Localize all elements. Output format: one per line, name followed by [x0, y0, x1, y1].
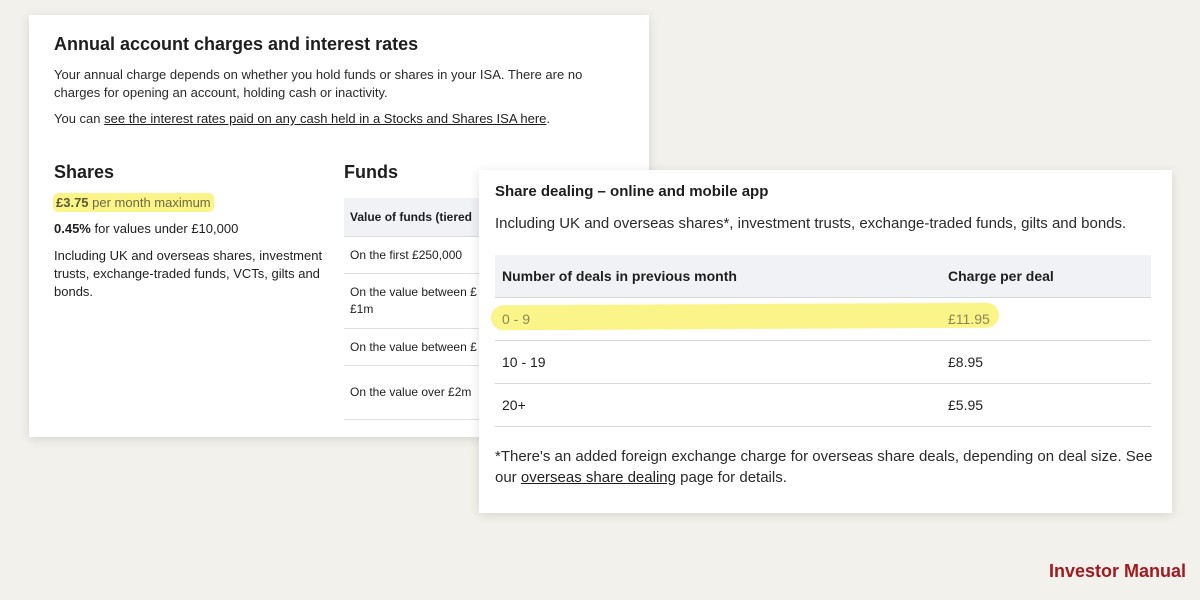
account-charges-intro: Your annual charge depends on whether yo…	[54, 67, 583, 100]
charge-column-header: Charge per deal	[941, 255, 1151, 298]
account-charges-title: Annual account charges and interest rate…	[54, 34, 419, 54]
deals-column-header: Number of deals in previous month	[495, 255, 941, 298]
interest-rates-line: You can see the interest rates paid on a…	[54, 110, 614, 128]
charge-cell: £5.95	[941, 383, 1151, 427]
deals-cell: 10 - 19	[495, 340, 941, 384]
brand-logo: Investor Manual	[1048, 561, 1186, 581]
shares-description: Including UK and overseas shares, invest…	[54, 248, 323, 299]
shares-percentage: 0.45%	[54, 221, 91, 236]
share-dealing-footnote: *There's an added foreign exchange charg…	[495, 446, 1155, 488]
funds-heading: Funds	[344, 162, 398, 182]
deals-table: Number of deals in previous month Charge…	[495, 255, 1151, 427]
rates-prefix: You can	[54, 111, 105, 126]
overseas-share-dealing-link[interactable]: overseas share dealing	[521, 469, 676, 486]
shares-heading: Shares	[54, 162, 115, 182]
shares-price-highlight: £3.75 per month maximum	[53, 193, 214, 212]
deals-table-header-row: Number of deals in previous month Charge…	[495, 255, 1151, 298]
footnote-suffix: page for details.	[675, 469, 787, 486]
rates-suffix: .	[546, 111, 551, 126]
shares-price-suffix: per month maximum	[88, 195, 211, 210]
interest-rates-link[interactable]: see the interest rates paid on any cash …	[104, 111, 546, 126]
table-row: 10 - 19 £8.95	[495, 340, 1151, 384]
share-dealing-title: Share dealing – online and mobile app	[495, 183, 769, 200]
charge-cell: £8.95	[941, 340, 1151, 384]
charge-cell: £11.95	[941, 297, 1151, 341]
shares-price-line: £3.75 per month maximum	[53, 193, 214, 212]
shares-percentage-suffix: for values under £10,000	[90, 221, 239, 236]
share-dealing-intro: Including UK and overseas shares*, inves…	[495, 215, 1127, 232]
share-dealing-card: Share dealing – online and mobile app In…	[479, 170, 1172, 513]
shares-price: £3.75	[56, 195, 89, 210]
deals-cell: 20+	[495, 383, 941, 427]
table-row: 0 - 9 £11.95	[495, 297, 1151, 341]
shares-percentage-line: 0.45% for values under £10,000	[54, 221, 238, 236]
deals-cell: 0 - 9	[495, 297, 941, 341]
table-row: 20+ £5.95	[495, 383, 1151, 427]
